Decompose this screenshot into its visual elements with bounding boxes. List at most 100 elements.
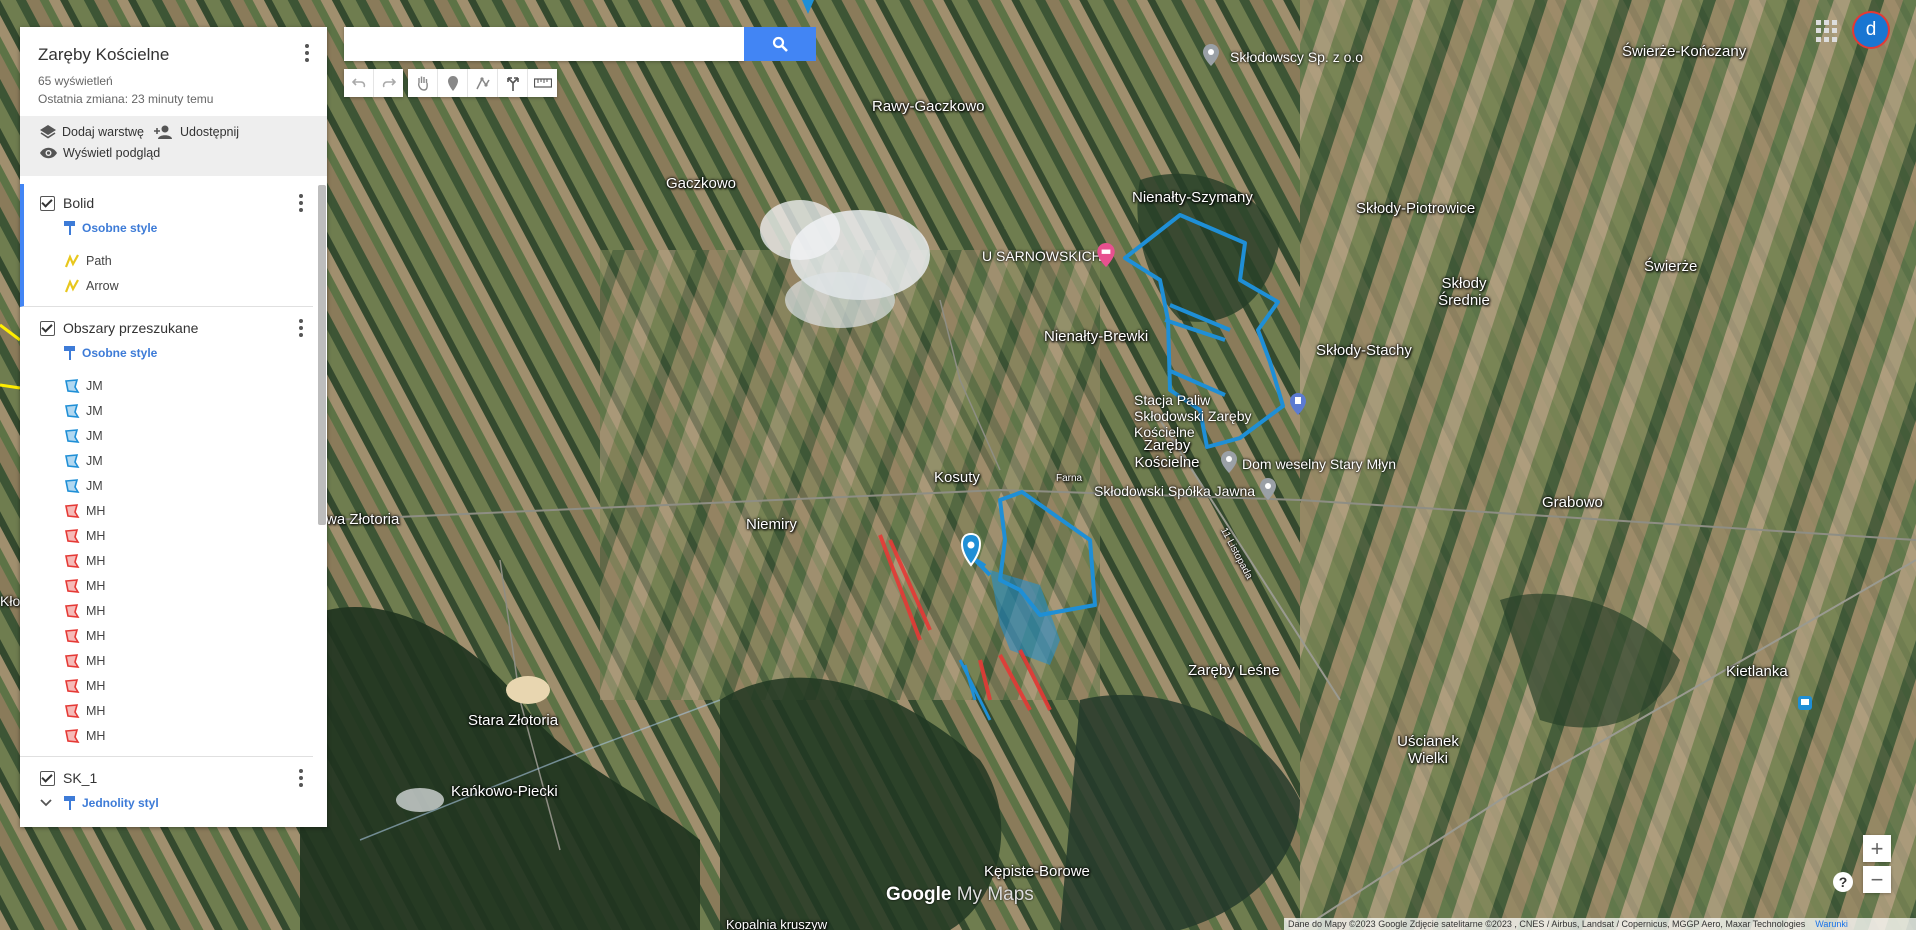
polygon-red-icon [65, 628, 80, 643]
draw-line-button[interactable] [468, 69, 498, 97]
directions-button[interactable] [498, 69, 528, 97]
layer-sk-1: SK_1 Jednolity styl [20, 757, 313, 815]
google-my-maps-logo: Google My Maps [886, 884, 1034, 906]
mymaps-wordmark: My Maps [956, 884, 1034, 905]
polygon-red-icon [65, 653, 80, 668]
layer-item-label: JM [86, 428, 103, 443]
polygon-red-icon [65, 528, 80, 543]
poi-pin-icon[interactable] [1221, 451, 1237, 473]
bus-stop-icon[interactable] [1798, 696, 1812, 710]
zoom-in-button[interactable]: + [1863, 835, 1891, 862]
layer-visibility-checkbox[interactable] [40, 770, 55, 786]
layer-item[interactable]: JM [20, 448, 313, 473]
undo-redo-group [344, 69, 403, 97]
chevron-down-icon[interactable] [40, 799, 52, 807]
layer-item-label: JM [86, 378, 103, 393]
place-label: Świerże-Kończany [1622, 43, 1747, 60]
place-label: Skłody-Piotrowice [1356, 200, 1476, 217]
preview-button[interactable]: Wyświetl podgląd [40, 146, 160, 160]
place-label: Skłody Średnie [1438, 275, 1490, 309]
avatar[interactable]: d [1854, 13, 1888, 47]
layer-item[interactable]: Path [24, 248, 313, 273]
layer-item-label: MH [86, 578, 106, 593]
help-button[interactable]: ? [1833, 872, 1853, 892]
place-label: Niemiry [746, 516, 797, 533]
layer-item[interactable]: MH [20, 523, 313, 548]
layer-visibility-checkbox[interactable] [40, 195, 55, 211]
poi-label[interactable]: Dom weselny Stary Młyn [1242, 456, 1396, 472]
place-label: wa Złotoria [326, 511, 400, 528]
poi-label[interactable]: Skłodowski Spółka Jawna [1094, 483, 1255, 499]
layer-header: Bolid [24, 190, 313, 216]
map-options-kebab-icon[interactable] [297, 43, 317, 63]
hotel-pin-icon[interactable] [1097, 243, 1115, 267]
layer-item[interactable]: MH [20, 623, 313, 648]
layer-item[interactable]: Arrow [24, 273, 313, 298]
path-icon [64, 278, 79, 292]
poi-label[interactable]: Stacja Paliw Skłodowski Zaręby Kościelne [1134, 392, 1284, 440]
share-button[interactable]: Udostępnij [154, 125, 239, 139]
polygon-blue-icon [65, 378, 80, 393]
place-label: Nienałty-Brewki [1044, 328, 1149, 345]
add-layer-button[interactable]: Dodaj warstwę [40, 125, 144, 139]
layer-item-label: MH [86, 553, 106, 568]
redo-button[interactable] [374, 69, 403, 97]
layer-name[interactable]: Obszary przeszukane [63, 320, 198, 336]
map-legend-panel: Zaręby Kościelne 65 wyświetleń Ostatnia … [20, 27, 327, 827]
layer-item[interactable]: MH [20, 723, 313, 748]
gas-station-pin-icon[interactable] [1290, 393, 1306, 415]
layer-style-link[interactable]: Jednolity styl [20, 791, 313, 815]
path-icon [64, 253, 79, 267]
layer-item[interactable]: MH [20, 498, 313, 523]
layer-item-label: Arrow [86, 278, 119, 293]
poi-pin-icon[interactable] [1203, 44, 1219, 66]
layer-style-link[interactable]: Osobne style [24, 216, 313, 240]
layer-name[interactable]: SK_1 [63, 770, 97, 786]
layer-item[interactable]: MH [20, 673, 313, 698]
paint-roller-icon [64, 796, 75, 810]
layer-name[interactable]: Bolid [63, 195, 94, 211]
search-input[interactable] [344, 27, 744, 61]
layer-item[interactable]: JM [20, 423, 313, 448]
place-label: Kietlanka [1726, 663, 1788, 680]
layer-item[interactable]: JM [20, 398, 313, 423]
poi-pin-icon[interactable] [1260, 478, 1276, 500]
undo-icon [351, 78, 365, 88]
search-button[interactable] [744, 27, 816, 61]
add-marker-button[interactable] [438, 69, 468, 97]
terms-link[interactable]: Warunki [1815, 919, 1848, 929]
layer-visibility-checkbox[interactable] [40, 320, 55, 336]
polygon-red-icon [65, 703, 80, 718]
paint-roller-icon [64, 346, 75, 360]
layer-item-label: JM [86, 478, 103, 493]
hand-icon [417, 76, 428, 91]
layer-item[interactable]: MH [20, 548, 313, 573]
poi-label[interactable]: U SARNOWSKICH [982, 248, 1102, 264]
layer-style-label: Osobne style [82, 346, 158, 360]
zoom-out-button[interactable]: − [1863, 866, 1891, 893]
marker-icon [447, 75, 458, 91]
layer-item[interactable]: MH [20, 573, 313, 598]
polygon-blue-icon [65, 453, 80, 468]
layer-item[interactable]: MH [20, 648, 313, 673]
undo-button[interactable] [344, 69, 374, 97]
preview-label: Wyświetl podgląd [63, 146, 161, 160]
layer-item[interactable]: JM [20, 373, 313, 398]
layer-bolid: Bolid Osobne style Path Arrow [20, 184, 313, 307]
apps-grid-icon[interactable] [1816, 20, 1838, 42]
layer-style-link[interactable]: Osobne style [20, 341, 313, 365]
draw-line-icon [475, 77, 490, 90]
measure-button[interactable] [528, 69, 557, 97]
attribution-text: Dane do Mapy ©2023 Google Zdjęcie sateli… [1288, 919, 1806, 929]
panel-actions: Dodaj warstwę Udostępnij Wyświetl podglą… [20, 116, 327, 176]
layer-options-kebab-icon[interactable] [291, 318, 311, 338]
layer-options-kebab-icon[interactable] [291, 193, 311, 213]
view-count: 65 wyświetleń [38, 74, 113, 88]
layer-options-kebab-icon[interactable] [291, 768, 311, 788]
map-title[interactable]: Zaręby Kościelne [38, 45, 309, 65]
poi-label[interactable]: Skłodowscy Sp. z o.o [1230, 49, 1363, 65]
layer-item[interactable]: MH [20, 698, 313, 723]
layer-item[interactable]: JM [20, 473, 313, 498]
layer-item[interactable]: MH [20, 598, 313, 623]
pan-tool-button[interactable] [408, 69, 438, 97]
